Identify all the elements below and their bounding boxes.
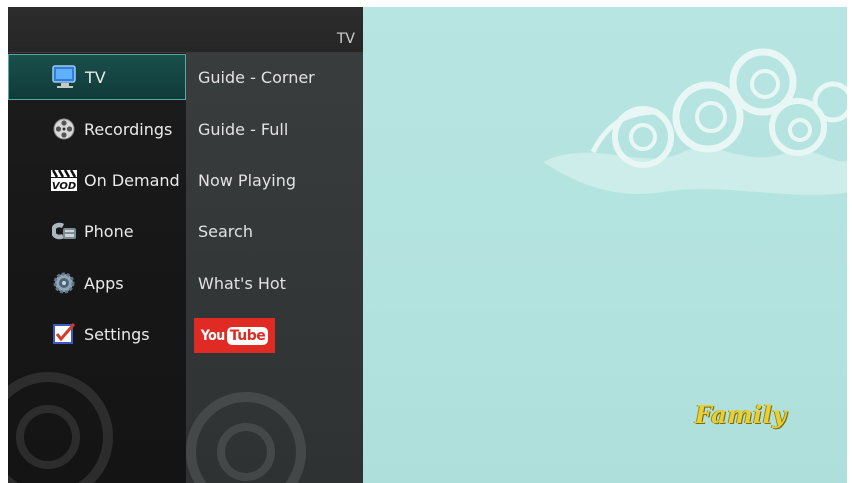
telephone-icon: [50, 219, 78, 243]
checkbox-settings-icon: [50, 322, 78, 346]
submenu-item-whats-hot[interactable]: What's Hot: [186, 260, 363, 306]
menu-item-recordings[interactable]: Recordings: [8, 106, 186, 152]
tv-screen: Family TV TV Recordings VOD On Demand Ph…: [8, 7, 847, 483]
menu-item-tv[interactable]: TV: [8, 54, 186, 100]
menu-label: On Demand: [84, 170, 180, 190]
menu-label: Apps: [84, 273, 124, 293]
youtube-logo-tube: Tube: [226, 326, 269, 345]
swirl-decoration: [8, 372, 113, 483]
youtube-button[interactable]: You Tube: [194, 318, 275, 353]
vod-clapper-icon: VOD: [50, 168, 78, 192]
menu-item-on-demand[interactable]: VOD On Demand: [8, 157, 186, 203]
submenu-item-guide-corner[interactable]: Guide - Corner: [186, 54, 363, 100]
tv-monitor-icon: [51, 65, 79, 89]
swirl-cloud-graphic: [543, 48, 847, 195]
menu-label: Phone: [84, 221, 134, 241]
swirl-decoration: [186, 392, 306, 483]
menu-label: TV: [85, 67, 106, 87]
menu-item-settings[interactable]: Settings: [8, 311, 186, 357]
submenu-item-guide-full[interactable]: Guide - Full: [186, 106, 363, 152]
svg-text:VOD: VOD: [52, 181, 76, 192]
menu-label: Recordings: [84, 119, 173, 139]
film-reel-icon: [50, 117, 78, 141]
gear-icon: [50, 271, 78, 295]
menu-header: TV: [8, 7, 363, 53]
video-preview[interactable]: Family: [363, 7, 847, 483]
channel-logo: Family: [695, 400, 787, 429]
menu-item-apps[interactable]: Apps: [8, 260, 186, 306]
submenu-item-search[interactable]: Search: [186, 208, 363, 254]
youtube-logo-you: You: [200, 327, 225, 344]
submenu-item-now-playing[interactable]: Now Playing: [186, 157, 363, 203]
header-title: TV: [336, 31, 355, 47]
menu-label: Settings: [84, 324, 150, 344]
menu-item-phone[interactable]: Phone: [8, 208, 186, 254]
